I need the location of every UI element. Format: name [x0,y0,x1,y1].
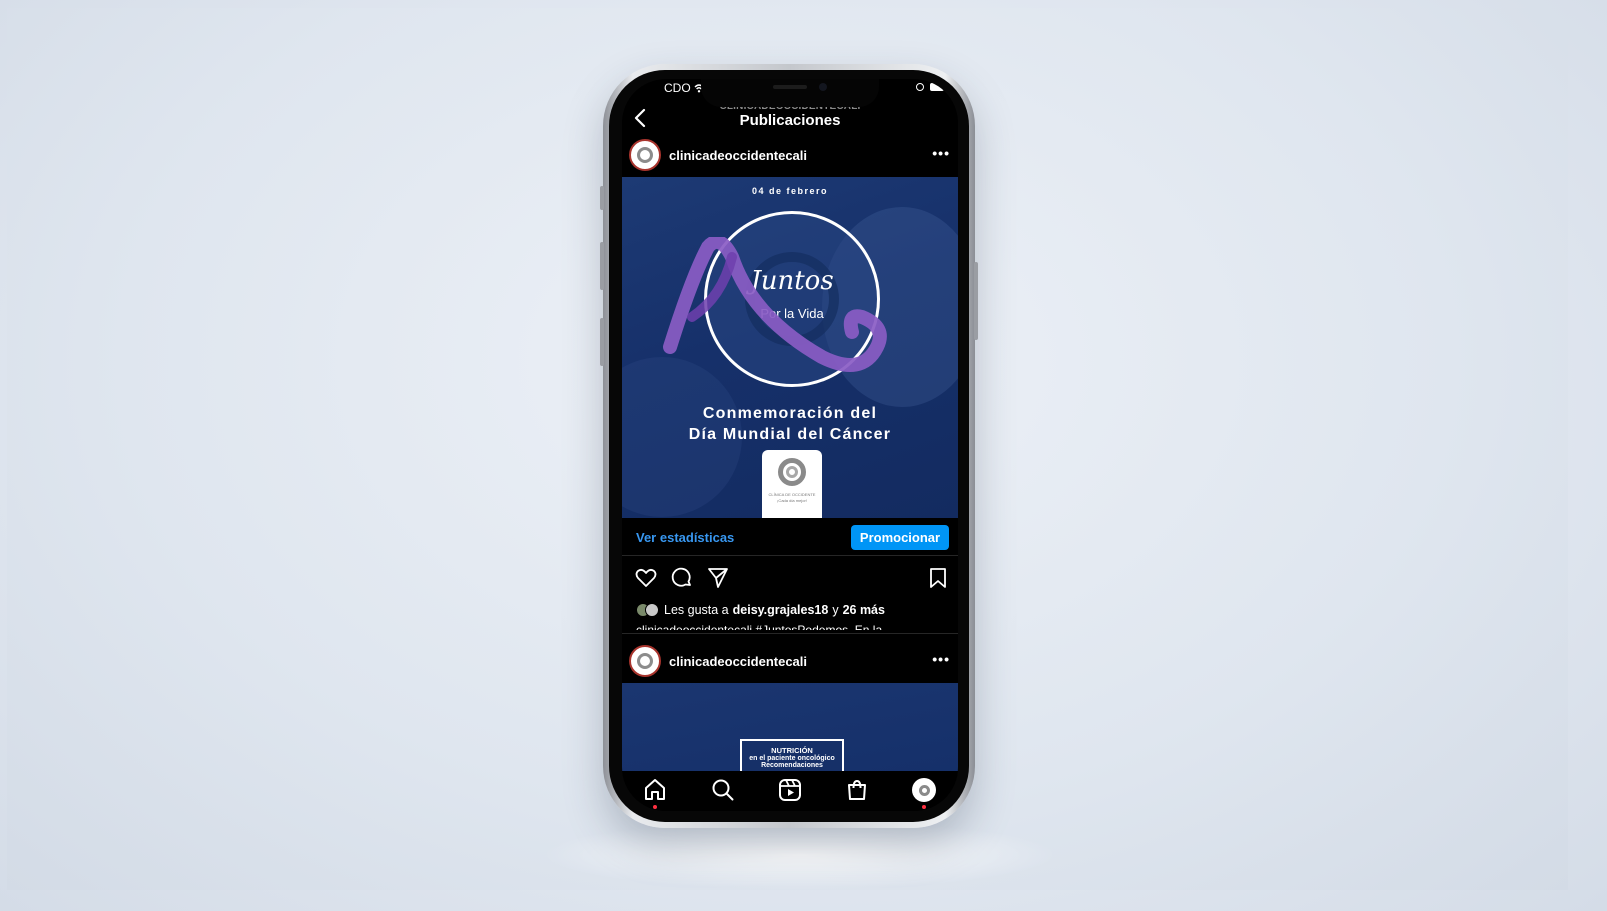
nutrition-title-card: NUTRICIÓN en el paciente oncológico Reco… [740,739,844,771]
phone-volume-down [600,318,604,366]
avatar[interactable] [629,139,661,171]
more-options-icon[interactable]: ••• [932,651,950,667]
share-icon[interactable] [706,566,730,590]
logo-caption-line2: ¡Cada día mejor! [777,498,807,503]
clinic-logo-card: CLÍNICA DE OCCIDENTE ¡Cada día mejor! [762,450,822,518]
shop-icon[interactable] [844,777,870,803]
clinic-logo-icon [637,653,653,669]
headline-line2: Día Mundial del Cáncer [688,426,892,443]
liker-avatar [645,603,659,617]
comment-icon[interactable] [670,566,694,590]
post-image[interactable]: 04 de febrero Juntos Por la Vida Conmemo… [622,177,958,518]
phone-power-button [974,262,978,340]
reels-icon[interactable] [777,777,803,803]
post-username[interactable]: clinicadeoccidentecali [669,148,807,163]
earpiece-speaker [773,85,807,89]
more-options-icon[interactable]: ••• [932,145,950,161]
phone-volume-up [600,242,604,290]
post-username[interactable]: clinicadeoccidentecali [669,654,807,669]
post-header: clinicadeoccidentecali ••• [622,641,958,681]
insights-row: Ver estadísticas Promocionar [622,518,958,556]
post-divider [622,633,958,634]
bottom-tab-bar [622,771,958,811]
likes-summary[interactable]: Les gusta a deisy.grajales18 y 26 más [636,603,885,617]
awareness-ribbon-icon [663,237,887,372]
carrier-label: CDO [664,81,691,95]
notch [701,79,879,107]
front-camera [819,83,827,91]
likes-prefix: Les gusta a [664,603,729,617]
phone-silent-switch [600,186,604,210]
likes-user[interactable]: deisy.grajales18 [733,603,829,617]
post-header: clinicadeoccidentecali ••• [622,135,958,175]
logo-caption: CLÍNICA DE OCCIDENTE ¡Cada día mejor! [762,492,822,504]
floor-reflection [540,820,1060,890]
battery-icon [930,83,944,91]
bookmark-icon[interactable] [926,566,950,590]
heart-icon[interactable] [634,566,658,590]
phone-screen: CDO CLINICADEOCCIDENTECALI Publicaciones… [622,79,958,811]
view-insights-link[interactable]: Ver estadísticas [636,530,734,545]
post-actions [622,566,958,594]
profile-tab-avatar[interactable] [912,778,936,802]
status-bar-right [916,83,944,91]
post-caption[interactable]: clinicadeoccidentecali #JuntosPodemos. E… [636,624,946,630]
headline-line1: Conmemoración del [702,405,878,422]
post-headline: Conmemoración del Día Mundial del Cáncer [622,403,958,445]
clinic-logo-inner [786,466,798,478]
likes-more[interactable]: 26 más [843,603,885,617]
home-notification-dot [653,805,657,809]
avatar[interactable] [629,645,661,677]
page-title: Publicaciones [739,112,841,129]
post-image[interactable]: NUTRICIÓN en el paciente oncológico Reco… [622,683,958,771]
card-line1: NUTRICIÓN [771,746,813,755]
card-line3: Recomendaciones [761,762,823,769]
card-line2: en el paciente oncológico [749,755,835,762]
promote-button[interactable]: Promocionar [851,525,949,550]
alarm-icon [916,83,924,91]
clinic-logo-icon [637,147,653,163]
status-bar-left: CDO [664,81,704,95]
search-icon[interactable] [710,777,736,803]
likes-and: y [832,603,839,617]
post-date-label: 04 de febrero [751,186,829,196]
profile-notification-dot [922,805,926,809]
home-icon[interactable] [642,777,668,803]
back-arrow-icon[interactable] [630,107,652,129]
clinic-logo-icon [918,784,930,796]
